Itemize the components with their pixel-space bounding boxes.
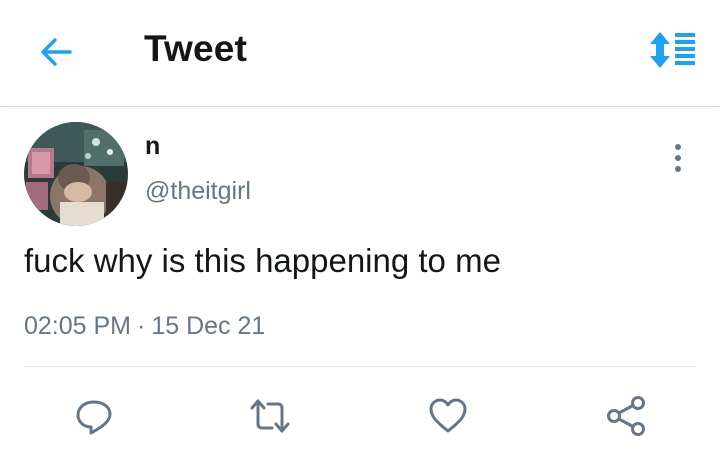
like-button[interactable] bbox=[424, 392, 472, 440]
share-icon bbox=[607, 396, 645, 436]
author-handle[interactable]: @theitgirl bbox=[145, 177, 251, 206]
reply-button[interactable] bbox=[70, 392, 118, 440]
tweet-text: fuck why is this happening to me bbox=[24, 242, 501, 279]
arrow-left-icon bbox=[41, 38, 72, 66]
more-vertical-icon bbox=[675, 144, 681, 172]
more-options-button[interactable] bbox=[660, 138, 696, 178]
retweet-icon bbox=[250, 399, 290, 433]
heart-icon bbox=[429, 398, 467, 433]
app-header: Tweet bbox=[0, 0, 720, 107]
meta-separator: · bbox=[137, 312, 146, 340]
tweet-date: 15 Dec 21 bbox=[151, 312, 266, 340]
tweet-time: 02:05 PM bbox=[24, 312, 132, 340]
share-button[interactable] bbox=[602, 392, 650, 440]
sort-list-icon bbox=[650, 32, 695, 68]
retweet-button[interactable] bbox=[246, 392, 294, 440]
avatar[interactable] bbox=[24, 122, 128, 226]
tweet-timestamp: 02:05 PM · 15 Dec 21 bbox=[24, 312, 265, 341]
avatar-photo bbox=[24, 122, 128, 226]
author-name[interactable]: n bbox=[145, 132, 160, 161]
divider bbox=[24, 366, 696, 367]
tweet-detail-screen: Tweet n @theitgirl fuck why is this happ… bbox=[0, 0, 720, 453]
sort-button[interactable] bbox=[644, 28, 700, 72]
page-title: Tweet bbox=[144, 28, 248, 69]
reply-icon bbox=[76, 400, 112, 435]
back-button[interactable] bbox=[34, 30, 78, 74]
